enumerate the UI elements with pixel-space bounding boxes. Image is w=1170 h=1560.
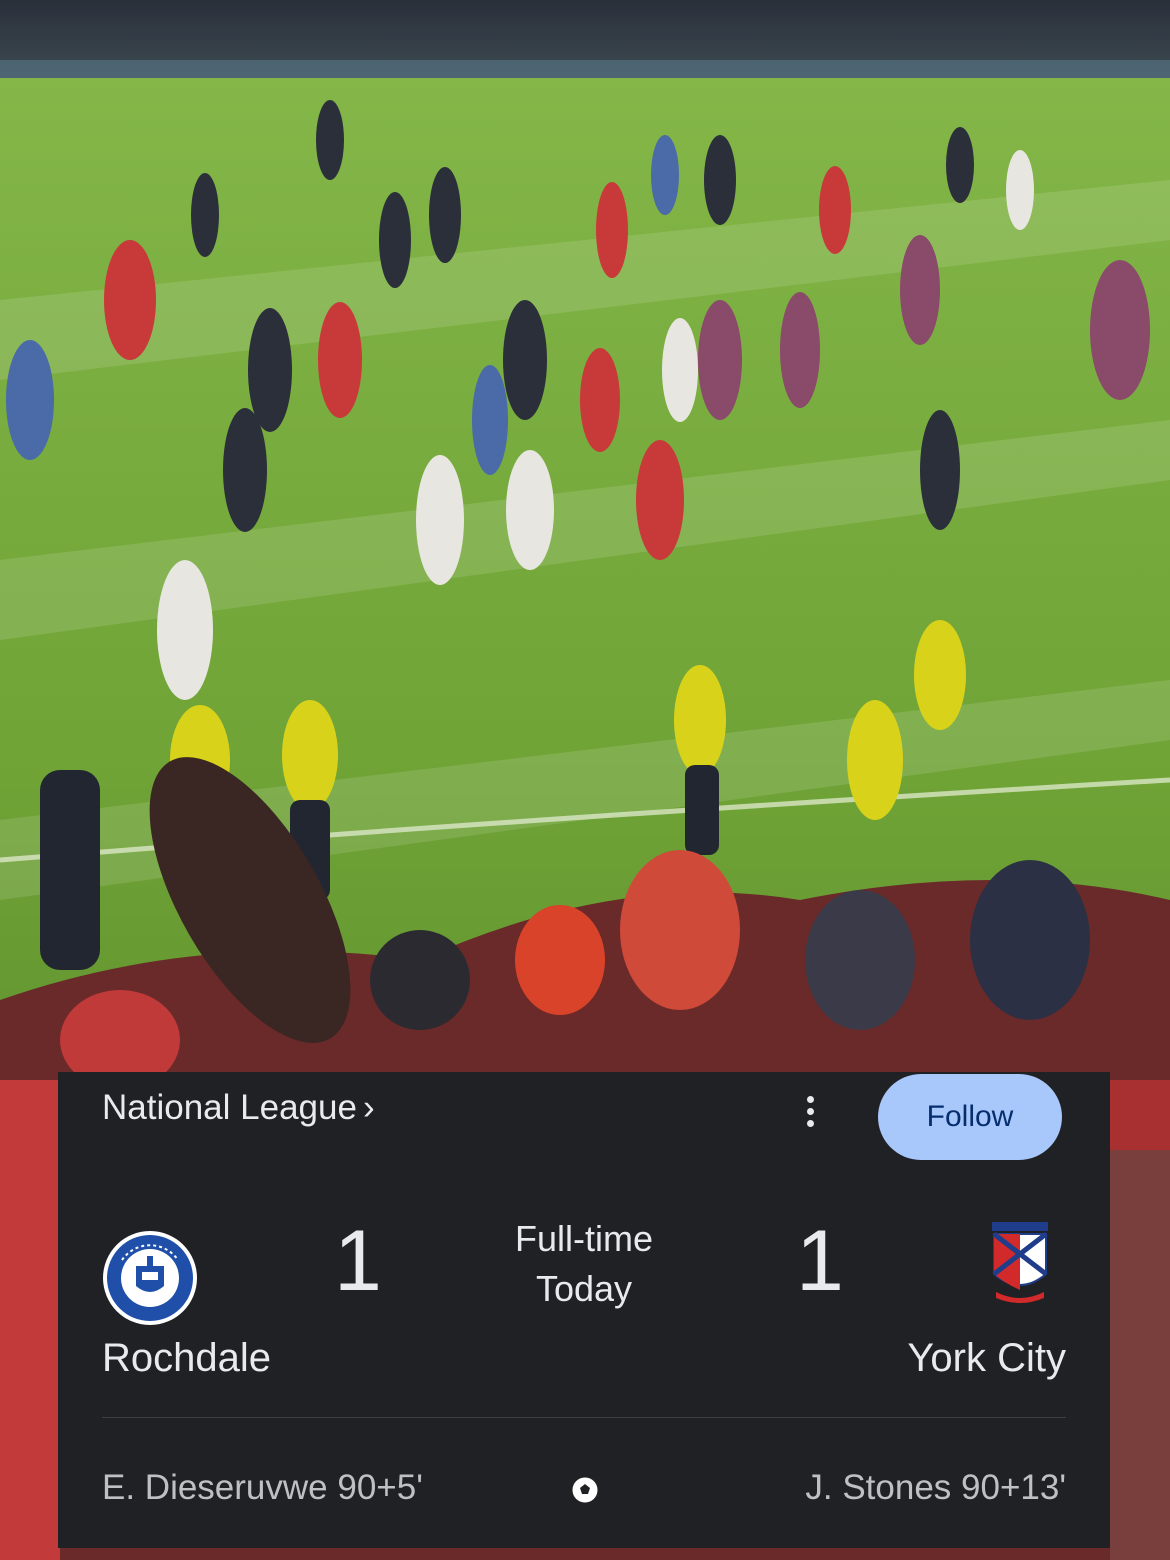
league-link[interactable]: National League › xyxy=(102,1088,375,1128)
more-vertical-icon[interactable] xyxy=(794,1092,826,1132)
rochdale-crest-icon[interactable] xyxy=(102,1230,198,1326)
home-goal-scorer: E. Dieseruvwe 90+5' xyxy=(102,1468,423,1507)
divider xyxy=(102,1417,1066,1418)
match-status: Full-time Today xyxy=(468,1214,700,1314)
home-team-name[interactable]: Rochdale xyxy=(102,1336,271,1381)
soccer-ball-icon xyxy=(570,1475,600,1505)
away-team-name[interactable]: York City xyxy=(907,1336,1066,1381)
away-goal-scorer: J. Stones 90+13' xyxy=(805,1468,1066,1507)
chevron-right-icon: › xyxy=(362,1088,375,1127)
york-city-crest-icon[interactable] xyxy=(988,1220,1052,1306)
away-score: 1 xyxy=(796,1213,844,1309)
status-full-time: Full-time xyxy=(514,1218,653,1259)
home-score: 1 xyxy=(334,1213,382,1309)
league-name: National League xyxy=(102,1088,357,1127)
follow-button[interactable]: Follow xyxy=(878,1074,1062,1160)
status-date: Today xyxy=(535,1268,633,1309)
match-score-card: National League › Follow 1 Full-time Toda… xyxy=(58,1072,1110,1548)
